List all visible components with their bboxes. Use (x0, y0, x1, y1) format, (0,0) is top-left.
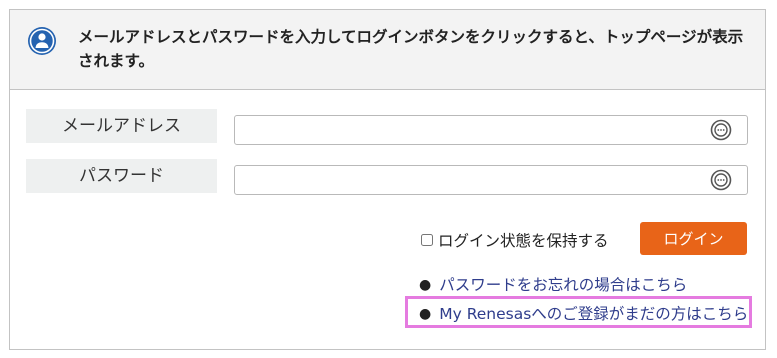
email-label: メールアドレス (26, 109, 217, 143)
remember-login[interactable]: ログイン状態を保持する (421, 229, 609, 251)
remember-login-checkbox[interactable] (421, 234, 433, 246)
bullet: ● (419, 277, 432, 293)
info-message: メールアドレスとパスワードを入力してログインボタンをクリックすると、トップページ… (78, 28, 744, 70)
password-label: パスワード (26, 159, 217, 193)
user-circle-icon (28, 27, 56, 55)
forgot-password-link[interactable]: パスワードをお忘れの場合はこちら (439, 274, 687, 296)
info-banner: メールアドレスとパスワードを入力してログインボタンをクリックすると、トップページ… (10, 10, 765, 90)
register-link-highlight (405, 296, 752, 328)
login-panel: メールアドレスとパスワードを入力してログインボタンをクリックすると、トップページ… (9, 9, 766, 350)
remember-login-label: ログイン状態を保持する (438, 232, 609, 250)
more-options-icon[interactable] (710, 119, 732, 141)
email-field[interactable] (234, 115, 748, 145)
login-button[interactable]: ログイン (640, 222, 747, 255)
password-field[interactable] (234, 165, 748, 195)
list-item: ● パスワードをお忘れの場合はこちら (419, 274, 687, 296)
more-options-icon[interactable] (710, 169, 732, 191)
